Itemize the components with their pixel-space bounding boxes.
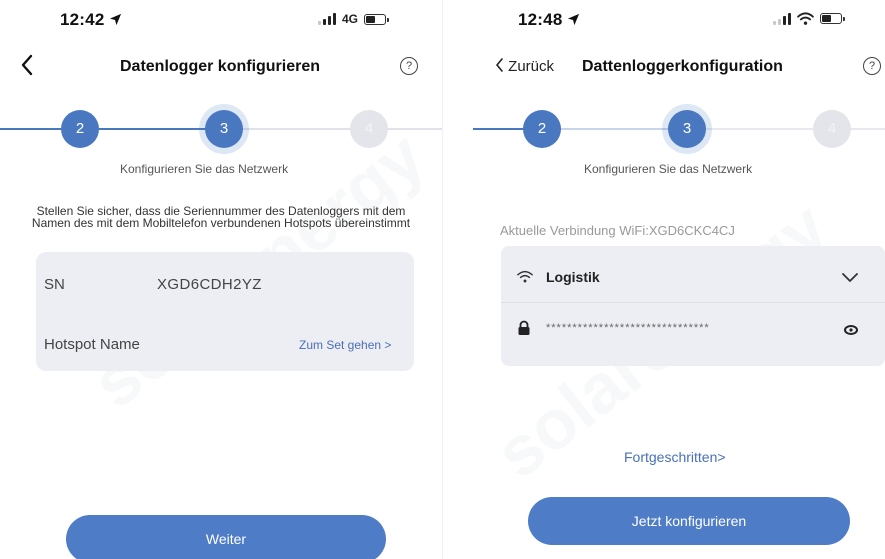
advanced-link[interactable]: Fortgeschritten> <box>624 449 726 465</box>
stepper: 2 3 4 <box>0 100 442 160</box>
wifi-card: Logistik ******************************* <box>501 246 885 366</box>
step-4: 4 <box>813 110 851 148</box>
signal-bars-icon <box>773 12 791 25</box>
instruction-text: Stellen Sie sicher, dass die Seriennumme… <box>31 204 411 230</box>
right-screen: solarenergy 12:48 Zurück D <box>443 0 885 559</box>
chevron-down-icon[interactable] <box>842 273 858 283</box>
status-bar-right: 12:48 <box>443 0 885 40</box>
step-line-pending <box>687 128 885 130</box>
step-2: 2 <box>61 110 99 148</box>
left-screen: solarenergy 12:42 4G Datenlogger konfigu… <box>0 0 442 559</box>
step-line-active <box>80 128 224 130</box>
wifi-icon <box>517 270 533 283</box>
battery-icon <box>364 13 390 25</box>
help-icon[interactable]: ? <box>400 57 418 75</box>
navbar-right: Zurück Dattenloggerkonfiguration ? <box>443 52 885 84</box>
back-chevron-icon[interactable] <box>20 54 34 76</box>
help-icon[interactable]: ? <box>863 57 881 75</box>
battery-icon <box>820 13 845 24</box>
location-arrow-icon <box>110 13 122 26</box>
sn-value: XGD6CDH2YZ <box>157 276 262 293</box>
current-connection-text: Aktuelle Verbindung WiFi:XGD6CKC4CJ <box>500 223 735 238</box>
wifi-name-select[interactable]: Logistik <box>546 269 600 285</box>
configure-now-button[interactable]: Jetzt konfigurieren <box>528 497 850 545</box>
step-line-pending <box>224 128 442 130</box>
lock-icon <box>518 320 530 335</box>
page-title: Datenlogger konfigurieren <box>120 58 321 75</box>
back-link[interactable]: Zurück <box>495 58 554 75</box>
eye-icon[interactable] <box>844 325 858 335</box>
status-bar: 12:42 4G <box>0 0 442 40</box>
step-3-current: 3 <box>668 110 706 148</box>
back-chevron-icon <box>496 58 503 72</box>
step-line-active <box>543 128 687 130</box>
network-type: 4G <box>342 12 359 26</box>
stepper-right: 2 3 4 <box>443 100 885 160</box>
info-card: SN XGD6CDH2YZ Hotspot Name Zum Set gehen… <box>36 252 414 371</box>
page-title-right: Dattenloggerkonfiguration <box>582 58 783 75</box>
row-divider <box>501 302 885 303</box>
sn-label: SN <box>44 276 65 293</box>
step-3-current: 3 <box>205 110 243 148</box>
wifi-status-icon <box>797 12 814 25</box>
status-time: 12:42 <box>60 10 122 30</box>
step-2: 2 <box>523 110 561 148</box>
step-label-right: Konfigurieren Sie das Netzwerk <box>584 162 753 176</box>
signal-bars-icon <box>318 13 336 25</box>
status-time-right: 12:48 <box>518 10 580 30</box>
password-field[interactable]: ******************************* <box>546 322 710 334</box>
next-button[interactable]: Weiter <box>66 515 386 559</box>
hotspot-label: Hotspot Name <box>44 336 140 353</box>
step-4: 4 <box>350 110 388 148</box>
step-label: Konfigurieren Sie das Netzwerk <box>120 162 289 176</box>
location-arrow-icon <box>568 13 580 26</box>
back-label: Zurück <box>508 58 555 75</box>
status-indicators-right <box>773 12 845 25</box>
go-to-settings-link[interactable]: Zum Set gehen > <box>299 338 391 352</box>
status-indicators: 4G <box>318 12 390 26</box>
navbar: Datenlogger konfigurieren ? <box>0 52 442 84</box>
